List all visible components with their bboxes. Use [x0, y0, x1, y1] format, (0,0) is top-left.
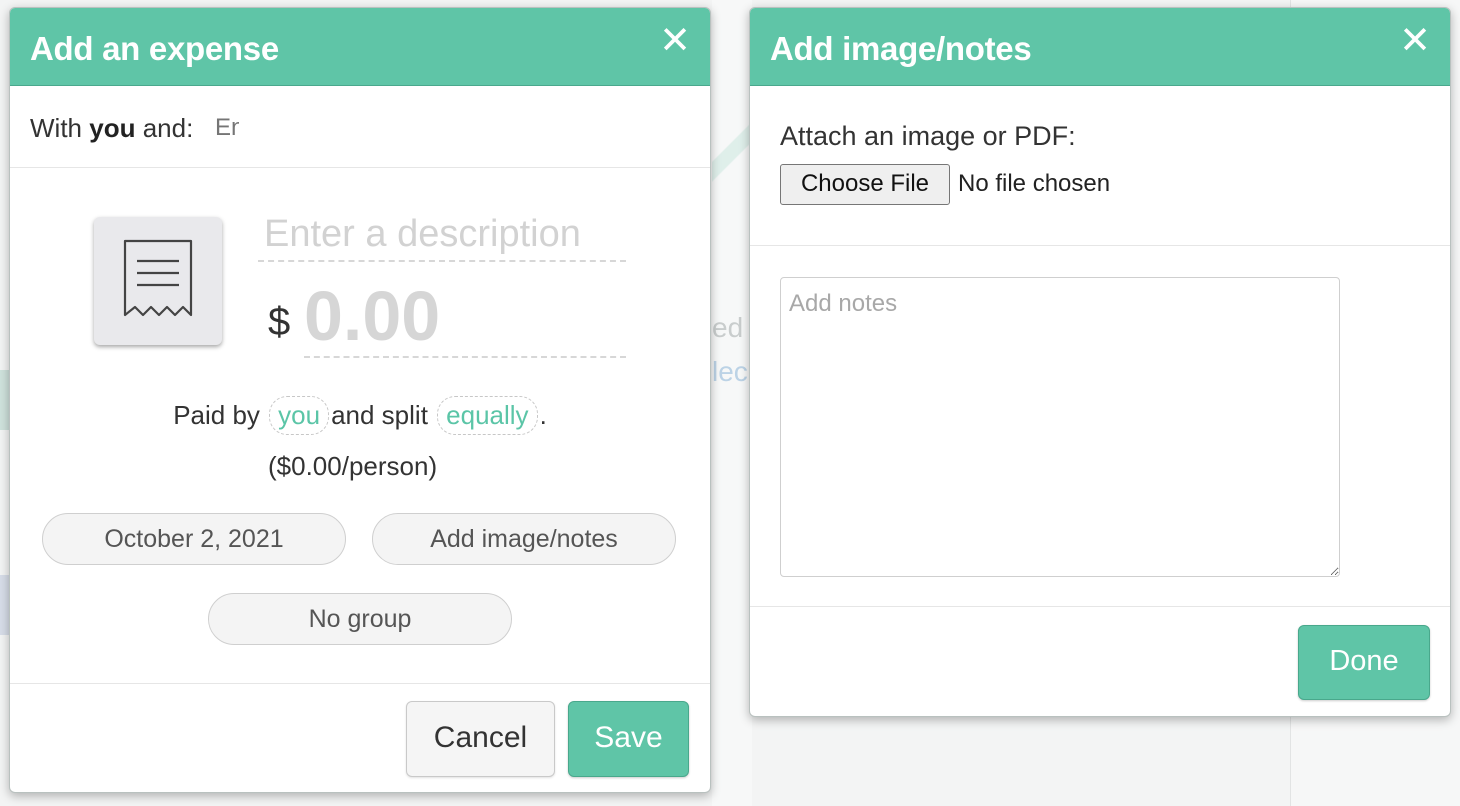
modal-title: Add image/notes: [770, 30, 1032, 67]
per-person-amount: ($0.00/person): [268, 451, 438, 481]
group-button[interactable]: No group: [208, 593, 512, 645]
cancel-button[interactable]: Cancel: [406, 701, 555, 777]
with-you: you: [89, 113, 136, 143]
split-label: and split: [331, 400, 428, 430]
with-prefix: With: [30, 113, 82, 143]
choose-file-button[interactable]: Choose File: [780, 164, 950, 205]
close-icon[interactable]: ✕: [1398, 22, 1432, 60]
with-suffix: and:: [142, 113, 194, 143]
payer-selector[interactable]: you: [269, 396, 330, 435]
receipt-icon: [123, 239, 193, 317]
modal-header: Add an expense ✕: [10, 8, 710, 86]
background-text: ed: [712, 312, 744, 343]
date-button[interactable]: October 2, 2021: [42, 513, 346, 565]
divider: [750, 245, 1450, 246]
background-link: lec: [712, 356, 748, 387]
paid-by-row: Paid by you and split equally.: [10, 396, 710, 435]
description-input[interactable]: [258, 208, 626, 262]
close-icon[interactable]: ✕: [658, 22, 692, 60]
add-image-notes-button[interactable]: Add image/notes: [372, 513, 676, 565]
split-method-selector[interactable]: equally: [437, 396, 538, 435]
modal-footer: Cancel Save: [10, 683, 710, 792]
add-expense-modal: Add an expense ✕ With you and: $ Paid by…: [9, 7, 711, 793]
split-suffix: .: [539, 400, 547, 430]
paid-by-label: Paid by: [173, 400, 260, 430]
modal-header: Add image/notes ✕: [750, 8, 1450, 86]
save-button[interactable]: Save: [568, 701, 689, 777]
with-people-input[interactable]: [215, 108, 239, 148]
amount-input[interactable]: [304, 276, 626, 358]
add-image-notes-modal: Add image/notes ✕ Attach an image or PDF…: [749, 7, 1451, 717]
with-people-label: With you and:: [30, 113, 193, 144]
notes-textarea[interactable]: [780, 277, 1340, 577]
attach-label: Attach an image or PDF:: [780, 121, 1076, 151]
modal-footer: Done: [750, 606, 1450, 716]
file-status: No file chosen: [958, 170, 1111, 197]
done-button[interactable]: Done: [1298, 625, 1430, 700]
with-people-row: With you and:: [10, 86, 710, 168]
category-button[interactable]: [94, 217, 222, 345]
currency-symbol[interactable]: $: [268, 300, 290, 345]
modal-title: Add an expense: [30, 30, 279, 67]
